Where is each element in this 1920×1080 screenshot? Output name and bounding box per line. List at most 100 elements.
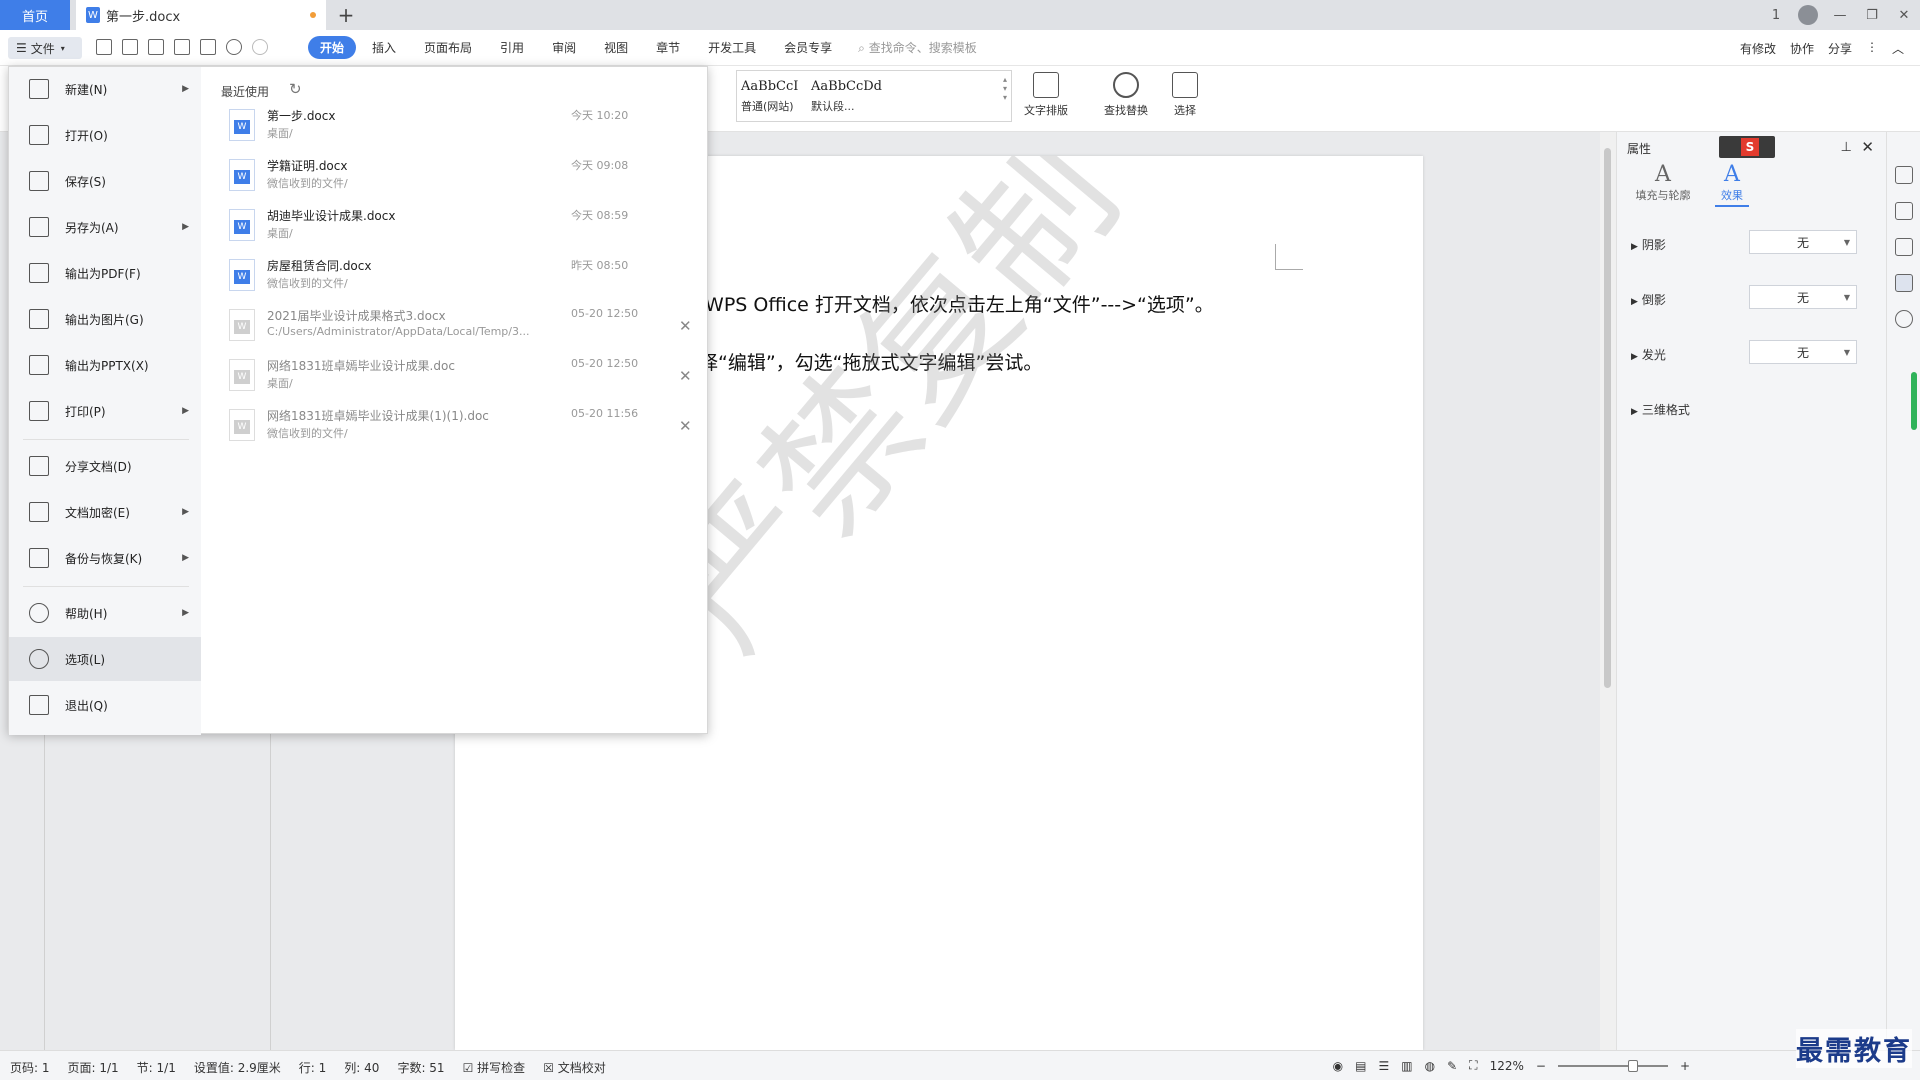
properties-toggle-icon[interactable]	[1895, 274, 1913, 292]
close-panel-button[interactable]: ✕	[1861, 138, 1874, 156]
menu-item-share[interactable]: 分享文档(D)	[9, 444, 201, 488]
remove-recent-button[interactable]: ✕	[679, 367, 692, 385]
status-column[interactable]: 列: 40	[344, 1059, 379, 1076]
close-window-button[interactable]: ✕	[1888, 8, 1920, 23]
proofread-toggle[interactable]: ☒ 文档校对	[543, 1059, 606, 1076]
status-pages[interactable]: 页面: 1/1	[68, 1059, 119, 1076]
refresh-icon[interactable]: ↻	[289, 80, 302, 98]
print-preview-icon[interactable]	[200, 39, 216, 55]
shadow-row[interactable]: ▶ 阴影	[1631, 236, 1666, 253]
eye-icon[interactable]: ◉	[1333, 1059, 1343, 1073]
menu-item-help[interactable]: 帮助(H) ▶	[9, 591, 201, 635]
menu-item-save-as[interactable]: 另存为(A) ▶	[9, 205, 201, 249]
format-painter-icon[interactable]	[148, 39, 164, 55]
web-view-icon[interactable]: ◍	[1425, 1059, 1435, 1073]
cursor-icon[interactable]	[1895, 238, 1913, 256]
status-setting-value[interactable]: 设置值: 2.9厘米	[194, 1059, 281, 1076]
tab-effects[interactable]: A 效果	[1715, 162, 1749, 207]
menu-item-exit[interactable]: 退出(Q)	[9, 683, 201, 727]
remove-recent-button[interactable]: ✕	[679, 317, 692, 335]
reflection-select[interactable]: 无 ▼	[1749, 285, 1857, 309]
status-word-count[interactable]: 字数: 51	[397, 1059, 444, 1076]
zoom-out-button[interactable]: −	[1536, 1059, 1546, 1073]
tab-document[interactable]: W 第一步.docx	[76, 0, 326, 30]
tab-section[interactable]: 章节	[644, 36, 692, 59]
shadow-select[interactable]: 无 ▼	[1749, 230, 1857, 254]
recent-file-item[interactable]: W 网络1831班卓嫣毕业设计成果(1)(1).doc 微信收到的文件/ 05-…	[221, 405, 692, 453]
tab-home[interactable]: 首页	[0, 0, 70, 30]
command-search-input[interactable]: ⌕ 查找命令、搜索模板	[858, 39, 977, 56]
redo-icon[interactable]	[252, 39, 268, 55]
tab-fill-outline[interactable]: A 填充与轮廓	[1631, 162, 1695, 203]
scrollbar-thumb[interactable]	[1604, 148, 1611, 688]
avatar[interactable]	[1798, 5, 1818, 25]
restore-button[interactable]: ❐	[1856, 8, 1888, 23]
menu-item-backup[interactable]: 备份与恢复(K) ▶	[9, 536, 201, 580]
tab-dev-tools[interactable]: 开发工具	[696, 36, 768, 59]
edit-view-icon[interactable]: ✎	[1447, 1059, 1457, 1073]
rocket-icon[interactable]	[1895, 166, 1913, 184]
pin-icon[interactable]: ⊥	[1841, 140, 1852, 155]
tab-start[interactable]: 开始	[308, 36, 357, 59]
glow-row[interactable]: ▶ 发光	[1631, 346, 1666, 363]
tab-references[interactable]: 引用	[488, 36, 536, 59]
print-icon[interactable]	[174, 39, 190, 55]
menu-item-save[interactable]: 保存(S)	[9, 159, 201, 203]
window-count-icon[interactable]: 1	[1760, 8, 1792, 23]
menu-item-new[interactable]: 新建(N) ▶	[9, 67, 201, 111]
menu-item-options[interactable]: 选项(L)	[9, 637, 201, 681]
menu-item-open[interactable]: 打开(O)	[9, 113, 201, 157]
status-row[interactable]: 行: 1	[299, 1059, 327, 1076]
read-view-icon[interactable]: ▥	[1401, 1059, 1412, 1073]
find-replace-button[interactable]: 查找替换	[1104, 72, 1148, 118]
recent-file-item[interactable]: W 2021届毕业设计成果格式3.docx C:/Users/Administr…	[221, 305, 692, 353]
recent-file-item[interactable]: W 房屋租赁合同.docx 微信收到的文件/ 昨天 08:50	[221, 255, 691, 303]
new-doc-icon[interactable]	[96, 39, 112, 55]
select-button[interactable]: 选择	[1172, 72, 1198, 118]
text-layout-button[interactable]: 文字排版	[1024, 72, 1068, 118]
3d-format-row[interactable]: ▶ 三维格式	[1631, 401, 1690, 418]
recent-file-item[interactable]: W 学籍证明.docx 微信收到的文件/ 今天 09:08	[221, 155, 691, 203]
zoom-slider-thumb[interactable]	[1627, 1059, 1638, 1072]
tab-insert[interactable]: 插入	[360, 36, 408, 59]
outline-view-icon[interactable]: ☰	[1379, 1059, 1390, 1073]
menu-item-print[interactable]: 打印(P) ▶	[9, 389, 201, 433]
style-default-paragraph[interactable]: AaBbCcDd 默认段...	[811, 73, 882, 119]
style-normal-web[interactable]: AaBbCcI 普通(网站)	[741, 73, 805, 119]
spell-check-toggle[interactable]: ☑ 拼写检查	[463, 1059, 526, 1076]
tab-page-layout[interactable]: 页面布局	[412, 36, 484, 59]
menu-item-export-pdf[interactable]: 输出为PDF(F)	[9, 251, 201, 295]
undo-icon[interactable]	[226, 39, 242, 55]
file-menu-button[interactable]: ☰ 文件 ▾	[8, 37, 82, 59]
tab-review[interactable]: 审阅	[540, 36, 588, 59]
page-view-icon[interactable]: ▤	[1355, 1059, 1366, 1073]
pen-icon[interactable]	[1895, 202, 1913, 220]
more-icon[interactable]: ⋮	[1866, 40, 1878, 57]
menu-item-export-image[interactable]: 输出为图片(G)	[9, 297, 201, 341]
properties-title[interactable]: 属性	[1627, 140, 1651, 157]
ime-toolbar[interactable]: S	[1719, 136, 1775, 158]
vertical-scrollbar[interactable]	[1600, 132, 1616, 1050]
tab-member[interactable]: 会员专享	[772, 36, 844, 59]
zoom-level[interactable]: 122%	[1490, 1059, 1524, 1073]
remove-recent-button[interactable]: ✕	[679, 417, 692, 435]
zoom-slider[interactable]	[1557, 1059, 1668, 1072]
help-icon[interactable]	[1895, 310, 1913, 328]
reflection-row[interactable]: ▶ 倒影	[1631, 291, 1666, 308]
tab-view[interactable]: 视图	[592, 36, 640, 59]
status-section[interactable]: 节: 1/1	[137, 1059, 176, 1076]
recent-file-item[interactable]: W 第一步.docx 桌面/ 今天 10:20	[221, 105, 691, 153]
glow-select[interactable]: 无 ▼	[1749, 340, 1857, 364]
fit-page-icon[interactable]: ⛶	[1469, 1058, 1477, 1073]
menu-item-encrypt[interactable]: 文档加密(E) ▶	[9, 490, 201, 534]
recent-file-item[interactable]: W 胡迪毕业设计成果.docx 桌面/ 今天 08:59	[221, 205, 691, 253]
collapse-ribbon-icon[interactable]: ︿	[1892, 40, 1904, 57]
zoom-in-button[interactable]: +	[1680, 1059, 1690, 1073]
revisions-link[interactable]: 有修改	[1740, 40, 1776, 57]
status-page-number[interactable]: 页码: 1	[10, 1059, 50, 1076]
recent-file-item[interactable]: W 网络1831班卓嫣毕业设计成果.doc 桌面/ 05-20 12:50 ✕	[221, 355, 692, 403]
save-icon[interactable]	[122, 39, 138, 55]
add-tab-button[interactable]: +	[334, 3, 358, 27]
menu-item-export-pptx[interactable]: 输出为PPTX(X)	[9, 343, 201, 387]
minimize-button[interactable]: —	[1824, 8, 1856, 23]
